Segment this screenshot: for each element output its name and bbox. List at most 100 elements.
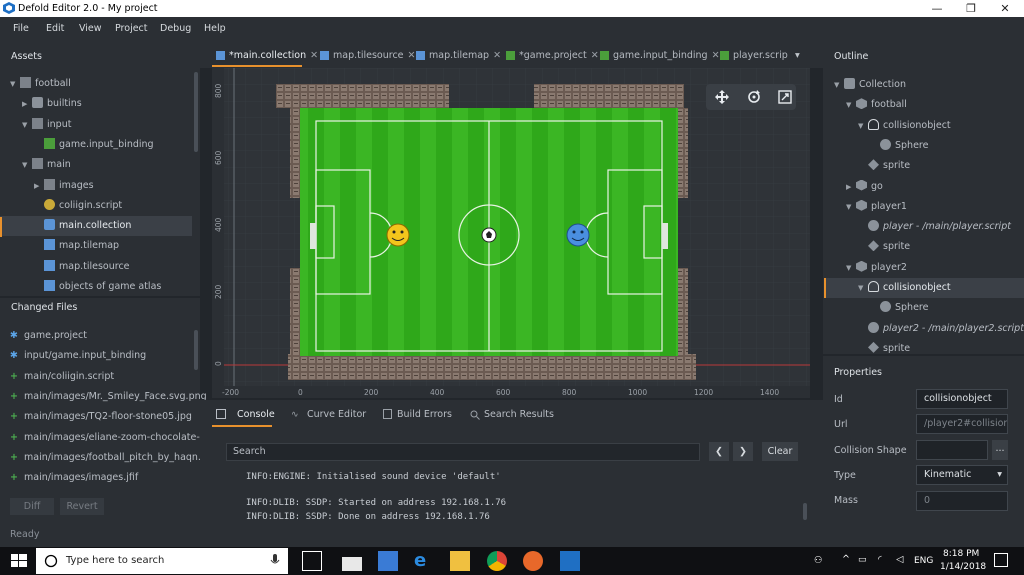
asset-item[interactable]: game.input_binding	[0, 135, 192, 155]
asset-item[interactable]: objects of game atlas	[0, 277, 192, 297]
close-tab-icon[interactable]: ✕	[408, 50, 416, 61]
menu-project[interactable]: Project	[115, 23, 148, 34]
outline-item[interactable]: ▼ player1	[824, 197, 1024, 217]
asset-item[interactable]: main.collection	[0, 216, 192, 237]
diff-button[interactable]: Diff	[10, 498, 54, 515]
scene-viewport[interactable]: -200 0 200 400 600 800 1000 1200 1400 800 600 400 2…	[212, 68, 810, 398]
asset-item[interactable]: ▶ builtins	[0, 94, 192, 114]
wifi-icon[interactable]: ◜	[878, 554, 882, 565]
chevron-down-icon[interactable]: ▼	[858, 278, 868, 298]
console-clear-button[interactable]: Clear	[762, 442, 798, 461]
outline-item[interactable]: ▼ football	[824, 95, 1024, 115]
clock-time[interactable]: 8:18 PM	[943, 549, 979, 559]
asset-item[interactable]: ▼ input	[0, 115, 192, 135]
maximize-button[interactable]: ❐	[954, 0, 988, 17]
revert-button[interactable]: Revert	[60, 498, 104, 515]
changed-file-item[interactable]: + main/images/TQ2-floor-stone05.jpg	[10, 407, 192, 427]
outline-item[interactable]: Sphere	[824, 298, 1024, 318]
asset-item[interactable]: coliigin.script	[0, 196, 192, 216]
chrome-icon[interactable]	[487, 551, 507, 571]
store-icon[interactable]	[378, 551, 398, 571]
menu-file[interactable]: File	[13, 23, 29, 34]
changed-files-scrollbar[interactable]	[194, 330, 198, 370]
menu-help[interactable]: Help	[204, 23, 226, 34]
rotate-tool-icon[interactable]	[747, 90, 761, 104]
outline-item[interactable]: Sphere	[824, 136, 1024, 156]
tab-overflow-icon[interactable]: ▾	[795, 50, 800, 61]
assets-scrollbar[interactable]	[194, 72, 198, 152]
asset-item[interactable]: map.tilemap	[0, 236, 192, 256]
outline-item[interactable]: sprite	[824, 156, 1024, 176]
defold-taskbar-icon[interactable]	[560, 551, 580, 571]
tray-chevron-icon[interactable]: ^	[842, 554, 850, 565]
chevron-right-icon[interactable]: ▶	[846, 177, 856, 197]
chevron-right-icon[interactable]: ▶	[34, 176, 44, 196]
changed-file-item[interactable]: + main/images/eliane-zoom-chocolate-me	[10, 428, 215, 448]
id-field[interactable]: collisionobject	[916, 389, 1008, 409]
tab-console[interactable]: Console	[237, 409, 275, 420]
close-tab-icon[interactable]: ✕	[493, 50, 501, 61]
outline-item[interactable]: ▶ go	[824, 177, 1024, 197]
changed-file-item[interactable]: + main/coliigin.script	[10, 367, 114, 387]
collision-shape-field[interactable]	[916, 440, 988, 460]
menu-view[interactable]: View	[79, 23, 102, 34]
editor-tab[interactable]: player.scrip	[720, 46, 788, 66]
football-ball[interactable]	[481, 227, 497, 243]
minimize-button[interactable]: —	[920, 0, 954, 17]
collision-shape-browse-button[interactable]: ...	[992, 440, 1008, 460]
outline-item[interactable]: player - /main/player.script	[824, 217, 1024, 237]
search-prev-button[interactable]: ❮	[709, 442, 729, 461]
changed-file-item[interactable]: + main/images/images.jfif	[10, 468, 138, 488]
close-tab-icon[interactable]: ✕	[712, 50, 720, 61]
language-indicator[interactable]: ENG	[914, 556, 933, 566]
asset-item[interactable]: ▼ main	[0, 155, 192, 175]
volume-icon[interactable]: ◁	[896, 554, 903, 565]
asset-item[interactable]: ▶ images	[0, 176, 192, 196]
chevron-down-icon[interactable]: ▼	[858, 116, 868, 136]
outline-item[interactable]: sprite	[824, 237, 1024, 257]
type-select[interactable]: Kinematic ▾	[916, 465, 1008, 485]
windows-start-icon[interactable]	[9, 551, 29, 571]
url-field[interactable]: /player2#collisiono	[916, 414, 1008, 434]
editor-tab[interactable]: map.tilesource ✕	[320, 46, 416, 66]
changed-file-item[interactable]: + main/images/football_pitch_by_haqn.pr	[10, 448, 211, 468]
editor-tab[interactable]: game.input_binding ✕	[600, 46, 720, 66]
chevron-down-icon[interactable]: ▼	[22, 115, 32, 135]
tab-search-results[interactable]: Search Results	[484, 409, 554, 420]
outline-item[interactable]: ▼ collisionobject	[824, 278, 1024, 298]
chevron-down-icon[interactable]: ▼	[22, 155, 32, 175]
tab-curve-editor[interactable]: Curve Editor	[307, 409, 366, 420]
chevron-down-icon[interactable]: ▼	[846, 197, 856, 217]
outline-item[interactable]: ▼ player2	[824, 258, 1024, 278]
notifications-icon[interactable]	[994, 553, 1008, 567]
outline-item[interactable]: ▼ Collection	[824, 75, 1024, 95]
changed-file-item[interactable]: ✱ input/game.input_binding	[10, 346, 146, 366]
scale-tool-icon[interactable]	[778, 90, 792, 104]
menu-debug[interactable]: Debug	[160, 23, 191, 34]
chevron-right-icon[interactable]: ▶	[22, 94, 32, 114]
move-tool-icon[interactable]	[715, 90, 729, 104]
menu-edit[interactable]: Edit	[46, 23, 64, 34]
close-button[interactable]: ✕	[988, 0, 1022, 17]
microphone-icon[interactable]	[270, 554, 280, 568]
console-search-input[interactable]: Search	[226, 443, 700, 461]
search-next-button[interactable]: ❯	[733, 442, 753, 461]
people-icon[interactable]: ⚇	[814, 555, 823, 566]
close-tab-icon[interactable]: ✕	[591, 50, 599, 61]
chevron-down-icon[interactable]: ▼	[846, 95, 856, 115]
firefox-icon[interactable]	[523, 551, 543, 571]
close-tab-icon[interactable]: ✕	[310, 50, 318, 61]
changed-file-item[interactable]: ✱ game.project	[10, 326, 87, 346]
asset-item[interactable]: ▼ football	[0, 74, 192, 94]
outline-item[interactable]: ▼ collisionobject	[824, 116, 1024, 136]
scene-canvas[interactable]: -200 0 200 400 600 800 1000 1200 1400 800 600 400 2…	[212, 68, 810, 398]
network-icon[interactable]: ▭	[858, 555, 867, 565]
clock-date[interactable]: 1/14/2018	[940, 562, 986, 572]
chevron-down-icon[interactable]: ▼	[834, 75, 844, 95]
editor-tab[interactable]: *game.project ✕	[506, 46, 599, 66]
edge-icon[interactable]: e	[414, 551, 434, 571]
outline-item[interactable]: player2 - /main/player2.script	[824, 319, 1024, 339]
task-view-icon[interactable]	[302, 551, 322, 571]
console-scrollbar[interactable]	[803, 503, 807, 520]
changed-file-item[interactable]: + main/images/Mr._Smiley_Face.svg.png	[10, 387, 207, 407]
